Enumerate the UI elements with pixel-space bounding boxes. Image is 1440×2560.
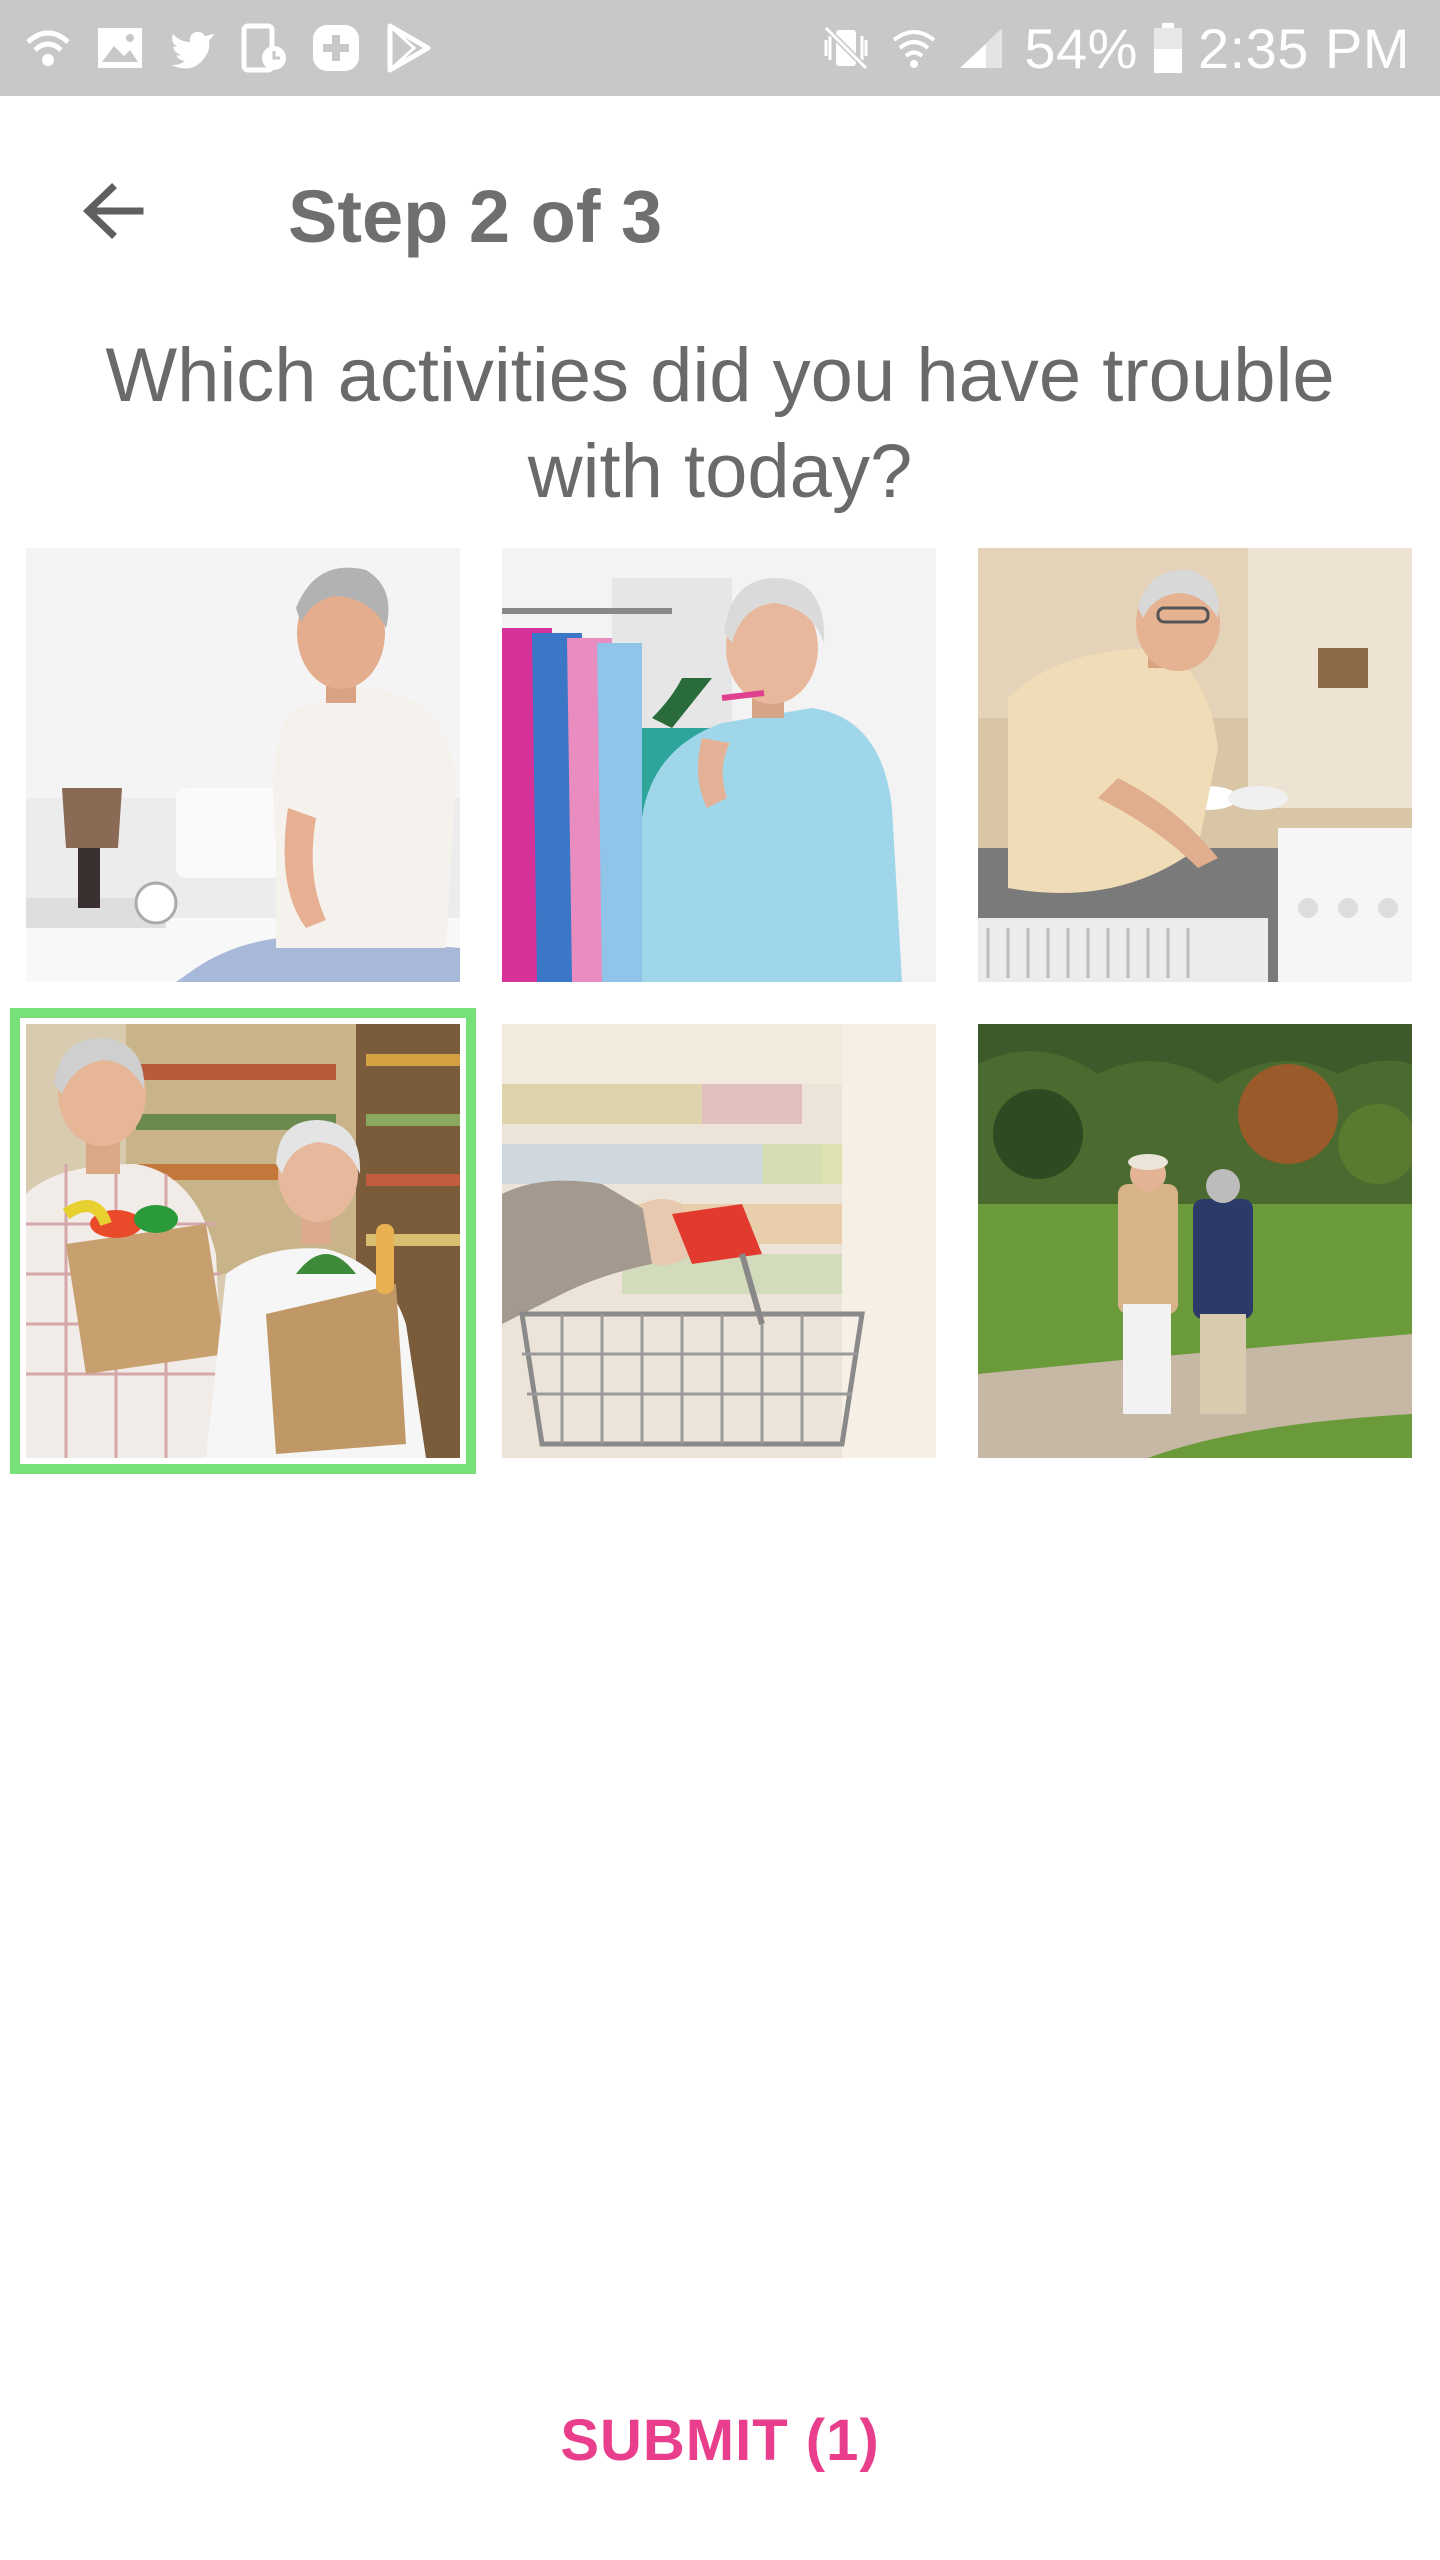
system-icons: 54% 2:35 PM xyxy=(820,10,1410,86)
activity-photo xyxy=(26,1024,460,1458)
battery-percentage: 54% xyxy=(1024,16,1138,80)
activity-tile-washing-dishes[interactable] xyxy=(978,548,1412,982)
wifi-calling-icon xyxy=(26,30,70,66)
clock: 2:35 PM xyxy=(1197,16,1410,80)
back-button[interactable] xyxy=(68,166,158,256)
notification-icons xyxy=(22,20,434,76)
signal-icon xyxy=(960,28,1003,68)
app-bar: Step 2 of 3 xyxy=(0,96,1440,326)
arrow-left-icon xyxy=(82,183,144,239)
image-icon xyxy=(98,28,142,68)
activity-photo xyxy=(978,1024,1412,1458)
activity-photo xyxy=(26,548,460,982)
activity-photo xyxy=(502,548,936,982)
vibrate-mute-icon xyxy=(824,25,869,71)
activity-tile-getting-out-of-bed[interactable] xyxy=(26,548,460,982)
activity-photo xyxy=(502,1024,936,1458)
activity-tile-getting-dressed[interactable] xyxy=(502,548,936,982)
activity-tile-pushing-shopping-cart[interactable] xyxy=(502,1024,936,1458)
battery-icon xyxy=(1153,23,1182,73)
activity-tile-walking-outdoors[interactable] xyxy=(978,1024,1412,1458)
question-text: Which activities did you have trouble wi… xyxy=(105,333,1335,514)
submit-button[interactable]: SUBMIT (1) xyxy=(0,2390,1440,2490)
submit-label: SUBMIT (1) xyxy=(560,2407,880,2473)
wifi-icon xyxy=(893,30,936,68)
plus-circle-icon xyxy=(313,25,359,71)
page-title: Step 2 of 3 xyxy=(288,175,663,258)
device-clock-icon xyxy=(241,23,286,73)
status-bar: 54% 2:35 PM xyxy=(0,0,1440,96)
twitter-icon xyxy=(171,31,214,69)
activity-tile-carrying-groceries[interactable] xyxy=(10,1008,476,1474)
play-store-icon xyxy=(387,23,431,73)
activity-photo xyxy=(978,548,1412,982)
